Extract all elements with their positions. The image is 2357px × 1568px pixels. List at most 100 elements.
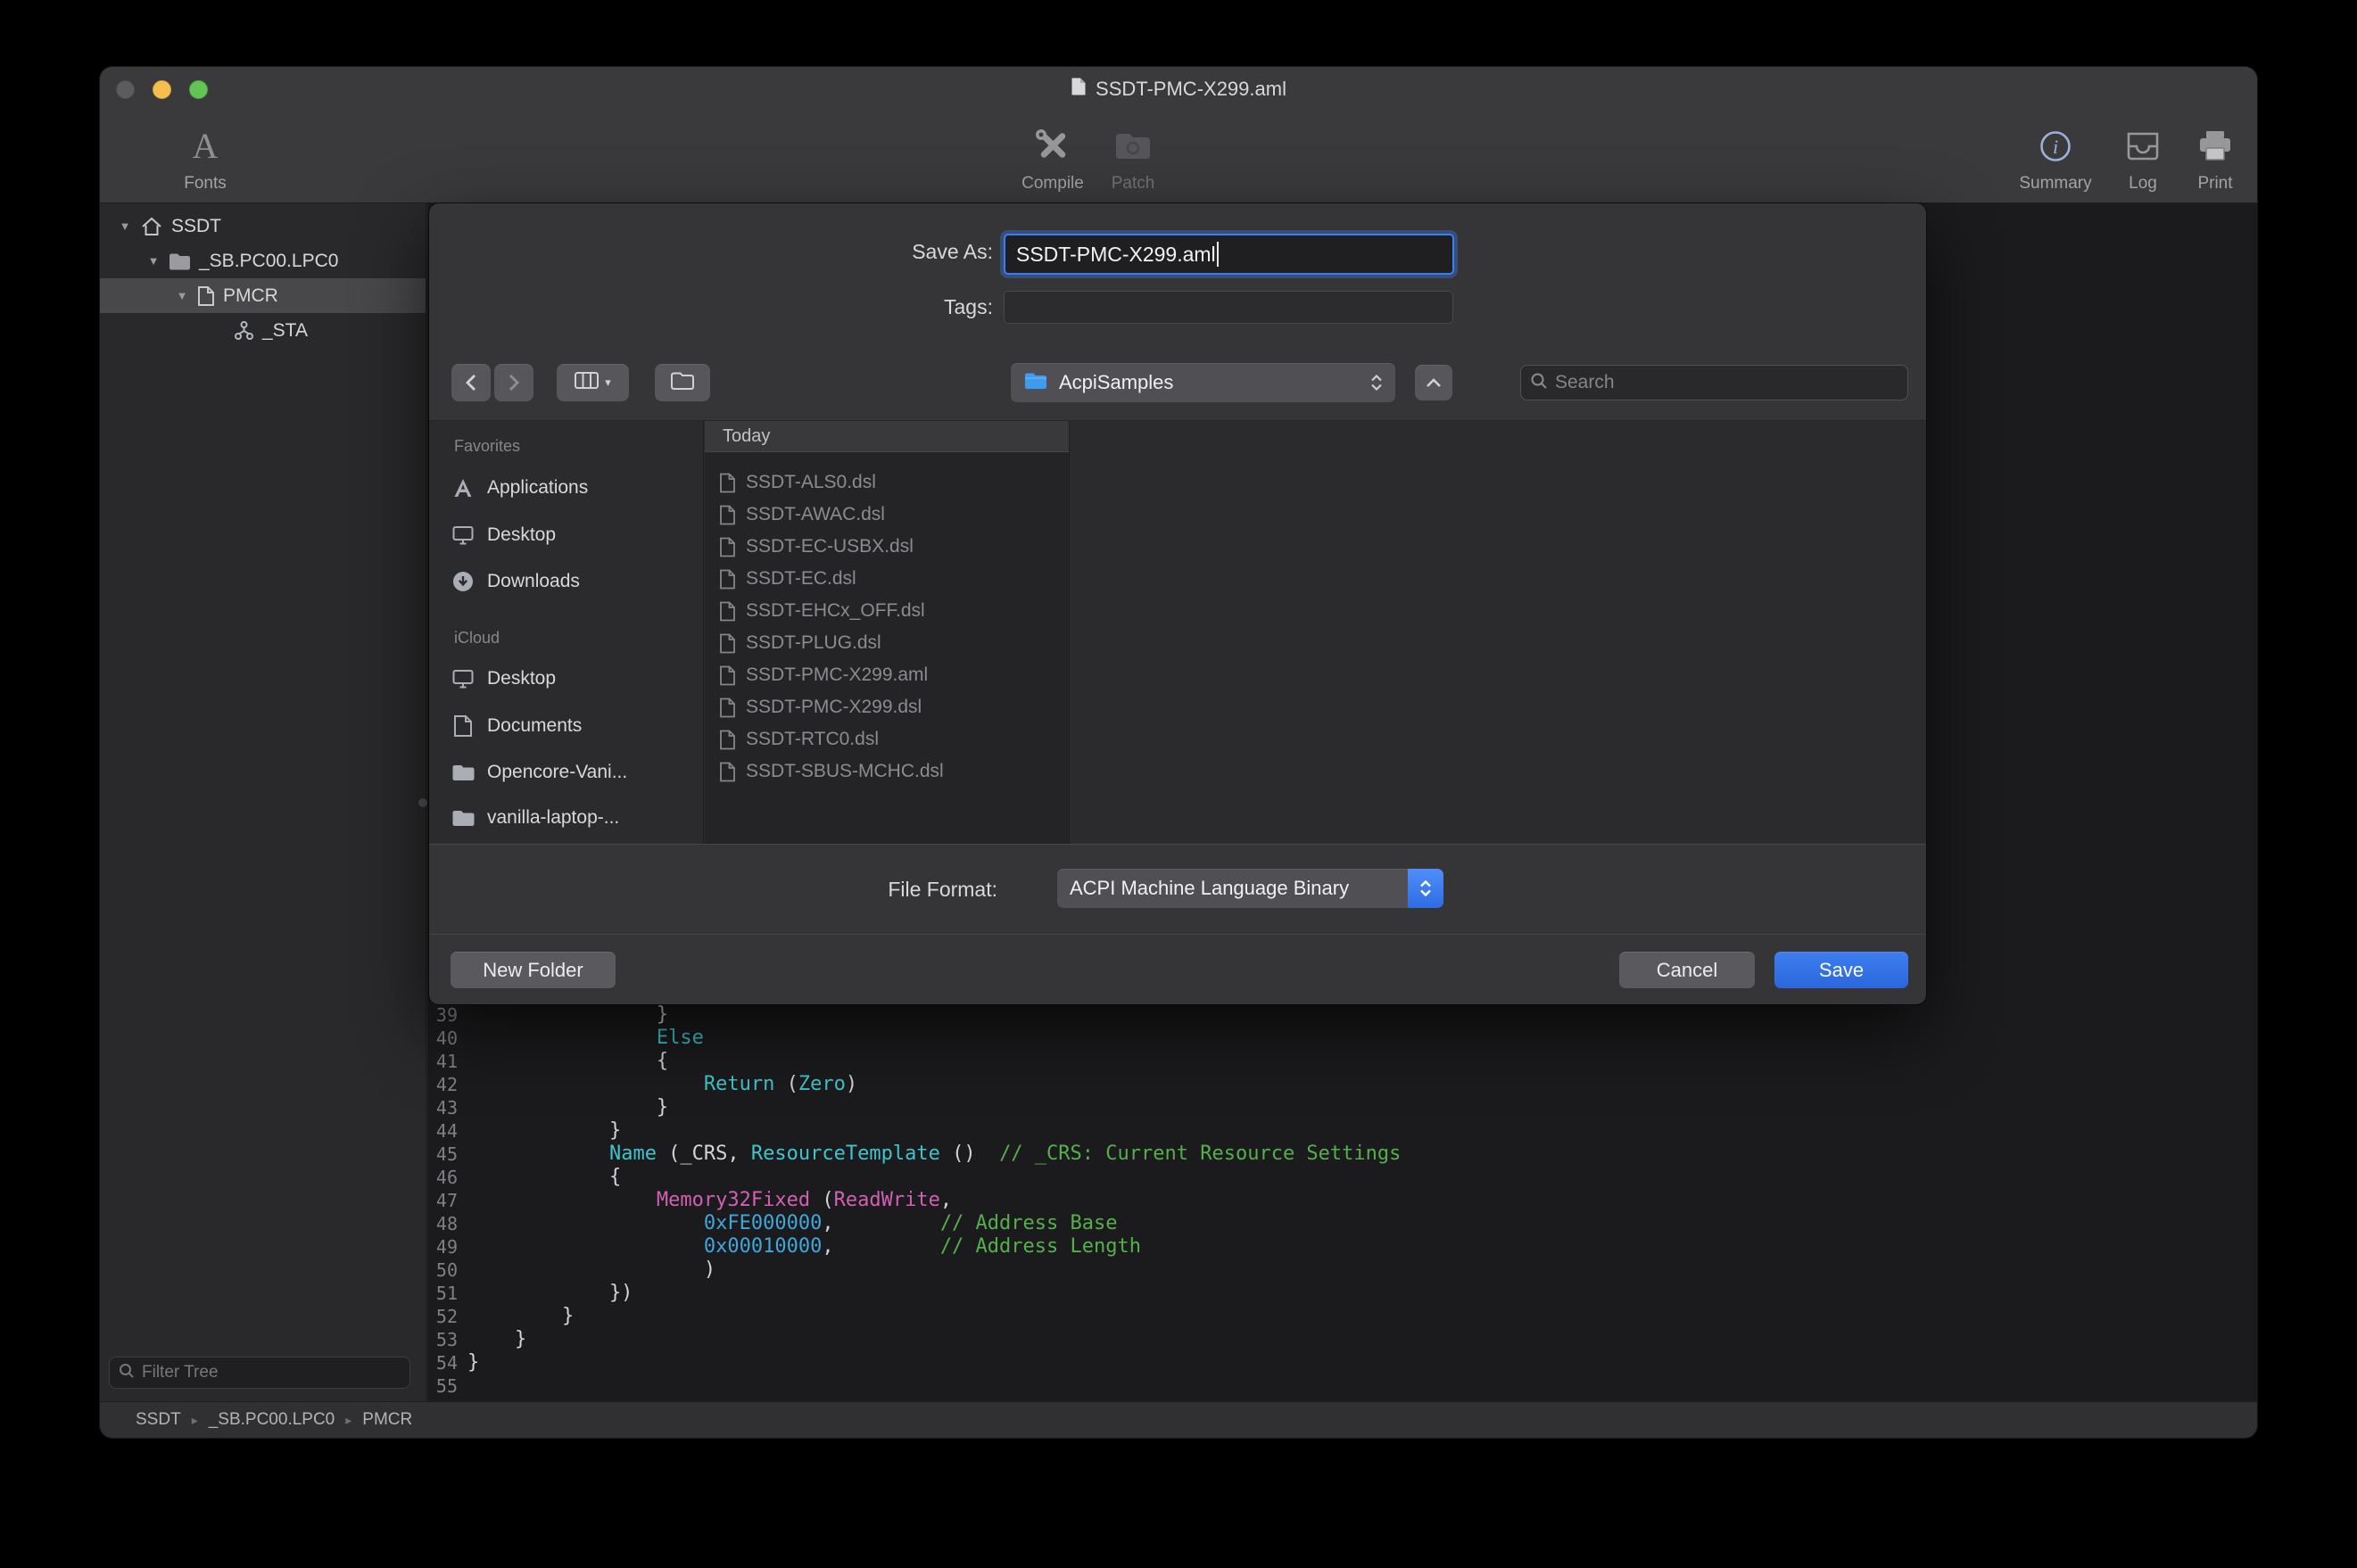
line-number: 48 <box>427 1212 458 1235</box>
downloads-icon <box>451 570 476 593</box>
disclosure-triangle-icon[interactable]: ▼ <box>118 219 132 233</box>
file-format-label: File Format: <box>888 878 997 902</box>
code-line: 52 } <box>427 1305 2257 1328</box>
document-icon <box>719 537 736 557</box>
divider <box>429 934 1926 935</box>
disclosure-triangle-icon[interactable]: ▼ <box>146 254 161 268</box>
folder-icon <box>451 809 476 828</box>
location-popup[interactable]: AcpiSamples <box>1011 363 1395 402</box>
file-item[interactable]: SSDT-AWAC.dsl <box>705 499 1069 531</box>
line-number: 53 <box>427 1328 458 1351</box>
line-number: 41 <box>427 1050 458 1073</box>
sidebar-item-documents[interactable]: Documents <box>429 706 703 746</box>
forward-button[interactable] <box>494 364 533 401</box>
document-icon <box>719 633 736 654</box>
fonts-icon: A <box>193 128 219 164</box>
code-line: 51 }) <box>427 1282 2257 1305</box>
svg-text:i: i <box>2053 136 2058 158</box>
icloud-header: iCloud <box>454 629 500 648</box>
document-icon <box>719 601 736 622</box>
acpi-tree: ▼ SSDT ▼ _SB.PC00.LPC0 ▼ PMCR <box>100 209 426 348</box>
file-item[interactable]: SSDT-EHCx_OFF.dsl <box>705 595 1069 627</box>
file-item[interactable]: SSDT-RTC0.dsl <box>705 723 1069 755</box>
popup-chevrons-icon <box>1370 375 1383 391</box>
code-line: 50 ) <box>427 1259 2257 1282</box>
file-name: SSDT-EC-USBX.dsl <box>746 536 914 557</box>
line-number: 39 <box>427 1003 458 1027</box>
toolbar: A Fonts Compile Patch <box>100 111 2257 203</box>
collapse-button[interactable] <box>1415 365 1452 400</box>
document-icon <box>719 730 736 750</box>
tree-item-sta[interactable]: _STA <box>100 313 426 348</box>
sidebar-item-vanilla-laptop[interactable]: vanilla-laptop-... <box>429 798 703 838</box>
device-document-icon <box>197 285 215 307</box>
tags-input[interactable] <box>1005 292 1452 323</box>
cancel-button[interactable]: Cancel <box>1619 952 1755 988</box>
filter-tree-field <box>109 1357 410 1389</box>
line-number: 51 <box>427 1282 458 1305</box>
line-number: 44 <box>427 1119 458 1143</box>
file-item[interactable]: SSDT-EC-USBX.dsl <box>705 531 1069 563</box>
file-name: SSDT-AWAC.dsl <box>746 504 885 525</box>
document-icon <box>1071 77 1087 102</box>
breadcrumb-segment: SSDT <box>136 1410 181 1430</box>
code-line: 47 Memory32Fixed (ReadWrite, <box>427 1189 2257 1212</box>
code-line: 55 <box>427 1374 2257 1398</box>
line-number: 46 <box>427 1166 458 1189</box>
patch-folder-icon <box>1071 120 1195 172</box>
file-item[interactable]: SSDT-PLUG.dsl <box>705 627 1069 659</box>
save-button[interactable]: Save <box>1774 952 1908 988</box>
sidebar-item-downloads[interactable]: Downloads <box>429 562 703 601</box>
dialog-sidebar: Favorites Applications Desktop <box>429 421 704 844</box>
code-line: 48 0xFE000000, // Address Base <box>427 1212 2257 1235</box>
filter-tree-input[interactable] <box>142 1363 401 1382</box>
file-item[interactable]: SSDT-PMC-X299.dsl <box>705 691 1069 723</box>
file-item[interactable]: SSDT-PMC-X299.aml <box>705 659 1069 691</box>
file-name: SSDT-ALS0.dsl <box>746 472 876 493</box>
breadcrumb-separator-icon: ▸ <box>345 1413 351 1428</box>
sidebar-item-desktop[interactable]: Desktop <box>429 516 703 555</box>
sidebar-item-applications[interactable]: Applications <box>429 468 703 508</box>
file-item[interactable]: SSDT-SBUS-MCHC.dsl <box>705 755 1069 788</box>
printer-icon <box>2153 120 2257 172</box>
code-line: 44 } <box>427 1119 2257 1143</box>
tree-item-ssdt[interactable]: ▼ SSDT <box>100 209 426 243</box>
patch-button[interactable]: Patch <box>1071 120 1195 194</box>
code-line: 39 } <box>427 1003 2257 1027</box>
code-line: 42 Return (Zero) <box>427 1073 2257 1096</box>
app-window: SSDT-PMC-X299.aml A Fonts Compile <box>100 67 2257 1438</box>
desktop-icon <box>451 524 476 547</box>
file-item[interactable]: SSDT-ALS0.dsl <box>705 466 1069 499</box>
fonts-button[interactable]: A Fonts <box>143 120 268 194</box>
desktop-icon <box>451 667 476 690</box>
blue-folder-icon <box>1023 371 1048 395</box>
document-icon <box>719 569 736 590</box>
tree-item-sb-pc00-lpc0[interactable]: ▼ _SB.PC00.LPC0 <box>100 243 426 278</box>
method-icon <box>234 320 254 341</box>
sidebar-item-icloud-desktop[interactable]: Desktop <box>429 659 703 698</box>
folder-icon <box>451 763 476 782</box>
breadcrumb-segment: _SB.PC00.LPC0 <box>209 1410 335 1430</box>
folder-action-button[interactable] <box>655 364 710 401</box>
filename-input[interactable]: SSDT-PMC-X299.aml <box>1004 234 1454 275</box>
file-item[interactable]: SSDT-EC.dsl <box>705 563 1069 595</box>
code-line: 41 { <box>427 1050 2257 1073</box>
search-input[interactable] <box>1555 372 1898 393</box>
back-button[interactable] <box>451 364 491 401</box>
file-list: SSDT-ALS0.dsl SSDT-AWAC.dsl SSDT-EC-USBX.d… <box>705 466 1069 788</box>
file-name: SSDT-PMC-X299.aml <box>746 664 928 686</box>
folder-icon <box>169 252 191 270</box>
view-mode-button[interactable]: ▾ <box>557 364 629 401</box>
file-format-popup[interactable]: ACPI Machine Language Binary <box>1057 869 1443 908</box>
sidebar-item-opencore-vanilla[interactable]: Opencore-Vani... <box>429 753 703 792</box>
disclosure-triangle-icon[interactable]: ▼ <box>175 289 189 302</box>
new-folder-button[interactable]: New Folder <box>451 952 616 988</box>
file-name: SSDT-RTC0.dsl <box>746 729 879 750</box>
tree-item-pmcr[interactable]: ▼ PMCR <box>100 278 426 313</box>
print-button[interactable]: Print <box>2153 120 2257 194</box>
split-handle[interactable] <box>418 798 427 807</box>
code-line: 54} <box>427 1351 2257 1374</box>
search-icon <box>1530 372 1548 394</box>
file-name: SSDT-EHCx_OFF.dsl <box>746 600 925 622</box>
save-as-label: Save As: <box>912 240 993 264</box>
